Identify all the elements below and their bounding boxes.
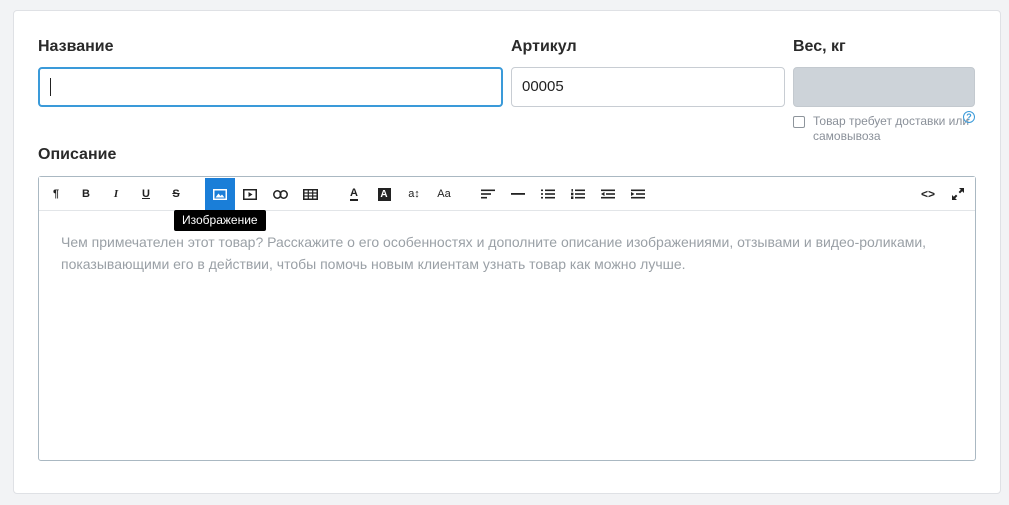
bold-glyph: B: [82, 188, 90, 200]
weight-input[interactable]: [793, 67, 975, 107]
video-icon[interactable]: [235, 178, 265, 210]
delivery-checkbox-label[interactable]: Товар требует доставки или самовывоза: [813, 114, 973, 144]
font-size-icon[interactable]: a↕: [399, 178, 429, 210]
sku-label: Артикул: [511, 38, 577, 55]
horizontal-rule-icon[interactable]: [503, 178, 533, 210]
description-label: Описание: [38, 146, 117, 163]
description-placeholder[interactable]: Чем примечателен этот товар? Расскажите …: [61, 231, 961, 275]
weight-label: Вес, кг: [793, 38, 846, 55]
strikethrough-icon[interactable]: S: [161, 178, 191, 210]
indent-icon[interactable]: [623, 178, 653, 210]
background-color-glyph: A: [377, 187, 391, 201]
font-color-icon[interactable]: A: [339, 178, 369, 210]
bullet-list-icon[interactable]: [533, 178, 563, 210]
image-tooltip: Изображение: [174, 210, 266, 231]
font-color-glyph: A: [350, 186, 358, 201]
sku-input[interactable]: 00005: [511, 67, 785, 107]
link-icon[interactable]: [265, 178, 295, 210]
code-view-icon[interactable]: <>: [913, 178, 943, 210]
paragraph-glyph: ¶: [52, 188, 60, 200]
strikethrough-glyph: S: [172, 188, 180, 200]
text-caret: [50, 78, 51, 96]
bold-icon[interactable]: B: [71, 178, 101, 210]
name-label: Название: [38, 38, 114, 55]
italic-icon[interactable]: I: [101, 178, 131, 210]
background-color-icon[interactable]: A: [369, 178, 399, 210]
underline-icon[interactable]: U: [131, 178, 161, 210]
table-icon[interactable]: [295, 178, 325, 210]
delivery-checkbox[interactable]: [793, 116, 805, 128]
italic-glyph: I: [113, 188, 119, 200]
underline-glyph: U: [142, 188, 150, 200]
paragraph-icon[interactable]: ¶: [41, 178, 71, 210]
question-circle-icon[interactable]: ?: [963, 111, 975, 123]
image-icon[interactable]: [205, 178, 235, 210]
code-view-glyph: <>: [920, 187, 935, 201]
name-input[interactable]: [38, 67, 503, 107]
text-case-glyph: Aa: [437, 188, 451, 200]
editor-toolbar: ¶ B I U S A A a↕ Aa <>: [39, 177, 975, 211]
text-case-icon[interactable]: Aa: [429, 178, 459, 210]
align-left-icon[interactable]: [473, 178, 503, 210]
numbered-list-icon[interactable]: [563, 178, 593, 210]
font-size-glyph: a↕: [408, 188, 420, 200]
fullscreen-icon[interactable]: [943, 178, 973, 210]
outdent-icon[interactable]: [593, 178, 623, 210]
